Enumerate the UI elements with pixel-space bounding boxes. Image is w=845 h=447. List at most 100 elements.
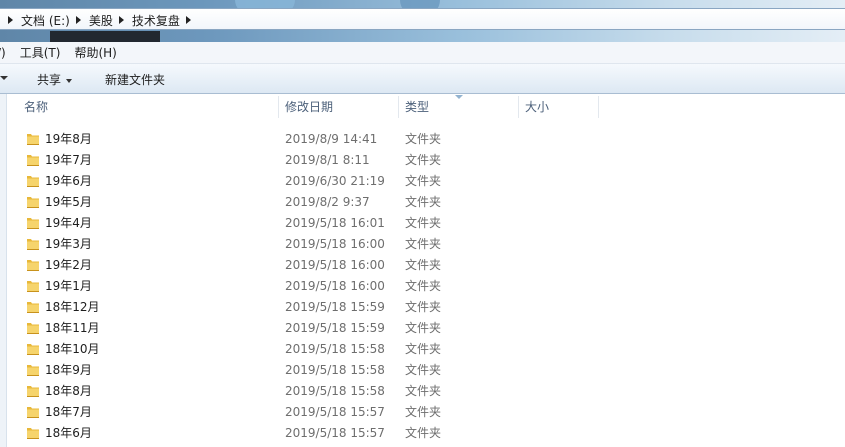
file-modified-date: 2019/5/18 15:59: [285, 300, 385, 314]
column-header-size[interactable]: 大小: [525, 94, 549, 120]
chevron-down-icon[interactable]: [0, 76, 8, 80]
file-type: 文件夹: [405, 258, 442, 272]
new-folder-button[interactable]: 新建文件夹: [105, 71, 165, 88]
file-name: 18年12月: [45, 300, 100, 314]
menu-item-tools[interactable]: 工具(T): [13, 43, 68, 63]
file-name: 18年11月: [45, 321, 100, 335]
file-name: 18年6月: [45, 426, 92, 440]
chevron-right-icon[interactable]: [185, 16, 191, 24]
file-type: 文件夹: [405, 132, 442, 146]
file-type: 文件夹: [405, 384, 442, 398]
navigation-pane-edge[interactable]: [0, 94, 7, 447]
chevron-right-icon[interactable]: [75, 16, 81, 24]
file-row[interactable]: 19年7月 2019/8/1 8:11 文件夹: [22, 150, 845, 171]
file-row[interactable]: 19年1月 2019/5/18 16:00 文件夹: [22, 276, 845, 297]
file-modified-date: 2019/5/18 15:58: [285, 384, 385, 398]
address-bar[interactable]: 文档 (E:) 美股 技术复盘: [0, 8, 845, 30]
file-row[interactable]: 18年6月 2019/5/18 15:57 文件夹: [22, 423, 845, 444]
folder-icon: [26, 216, 40, 230]
folder-icon: [26, 384, 40, 398]
file-modified-date: 2019/5/18 15:57: [285, 405, 385, 419]
file-modified-date: 2019/8/9 14:41: [285, 132, 378, 146]
folder-icon: [26, 195, 40, 209]
file-name: 18年9月: [45, 363, 92, 377]
file-row[interactable]: 18年8月 2019/5/18 15:58 文件夹: [22, 381, 845, 402]
column-divider[interactable]: [278, 96, 279, 118]
column-header-date[interactable]: 修改日期: [285, 94, 333, 120]
file-type: 文件夹: [405, 321, 442, 335]
file-type: 文件夹: [405, 426, 442, 440]
file-row[interactable]: 18年10月 2019/5/18 15:58 文件夹: [22, 339, 845, 360]
column-divider[interactable]: [398, 96, 399, 118]
folder-icon: [26, 321, 40, 335]
file-type: 文件夹: [405, 216, 442, 230]
file-type: 文件夹: [405, 279, 442, 293]
sort-indicator-icon: [455, 95, 463, 99]
file-modified-date: 2019/6/30 21:19: [285, 174, 385, 188]
file-type: 文件夹: [405, 342, 442, 356]
file-modified-date: 2019/5/18 15:57: [285, 426, 385, 440]
file-name: 19年6月: [45, 174, 92, 188]
column-divider[interactable]: [518, 96, 519, 118]
column-divider[interactable]: [598, 96, 599, 118]
file-modified-date: 2019/8/2 9:37: [285, 195, 370, 209]
file-name: 19年2月: [45, 258, 92, 272]
breadcrumb-item-current[interactable]: 技术复盘: [130, 12, 184, 29]
column-header-name[interactable]: 名称: [24, 94, 48, 120]
file-modified-date: 2019/5/18 16:00: [285, 237, 385, 251]
file-name: 19年8月: [45, 132, 92, 146]
file-modified-date: 2019/5/18 16:00: [285, 258, 385, 272]
file-modified-date: 2019/5/18 16:00: [285, 279, 385, 293]
window-edge: [50, 31, 160, 42]
menu-bar: /) 工具(T) 帮助(H): [0, 42, 845, 64]
file-row[interactable]: 18年12月 2019/5/18 15:59 文件夹: [22, 297, 845, 318]
file-type: 文件夹: [405, 300, 442, 314]
file-type: 文件夹: [405, 237, 442, 251]
chevron-down-icon: [66, 78, 73, 83]
folder-icon: [26, 363, 40, 377]
file-row[interactable]: 19年6月 2019/6/30 21:19 文件夹: [22, 171, 845, 192]
file-row[interactable]: 18年9月 2019/5/18 15:58 文件夹: [22, 360, 845, 381]
file-row[interactable]: 19年2月 2019/5/18 16:00 文件夹: [22, 255, 845, 276]
share-label: 共享: [37, 73, 62, 87]
file-type: 文件夹: [405, 363, 442, 377]
breadcrumb-item-folder[interactable]: 美股: [87, 12, 117, 29]
file-name: 18年8月: [45, 384, 92, 398]
file-row[interactable]: 19年3月 2019/5/18 16:00 文件夹: [22, 234, 845, 255]
menu-item-partial[interactable]: /): [0, 43, 13, 63]
folder-icon: [26, 237, 40, 251]
folder-icon: [26, 279, 40, 293]
column-header-type[interactable]: 类型: [405, 94, 429, 120]
file-name: 18年7月: [45, 405, 92, 419]
folder-icon: [26, 153, 40, 167]
folder-icon: [26, 426, 40, 440]
file-name: 18年10月: [45, 342, 100, 356]
menu-item-help[interactable]: 帮助(H): [67, 43, 123, 63]
folder-icon: [26, 300, 40, 314]
file-modified-date: 2019/5/18 15:59: [285, 321, 385, 335]
file-row[interactable]: 19年5月 2019/8/2 9:37 文件夹: [22, 192, 845, 213]
command-toolbar: 共享 新建文件夹: [0, 64, 845, 94]
file-name: 19年1月: [45, 279, 92, 293]
file-name: 19年7月: [45, 153, 92, 167]
folder-icon: [26, 132, 40, 146]
chevron-right-icon[interactable]: [8, 16, 13, 24]
file-row[interactable]: 19年8月 2019/8/9 14:41 文件夹: [22, 129, 845, 150]
file-name: 19年5月: [45, 195, 92, 209]
chevron-right-icon[interactable]: [118, 16, 124, 24]
folder-icon: [26, 258, 40, 272]
file-modified-date: 2019/5/18 15:58: [285, 342, 385, 356]
file-name: 19年4月: [45, 216, 92, 230]
file-type: 文件夹: [405, 405, 442, 419]
file-row[interactable]: 18年7月 2019/5/18 15:57 文件夹: [22, 402, 845, 423]
file-type: 文件夹: [405, 153, 442, 167]
file-type: 文件夹: [405, 195, 442, 209]
file-modified-date: 2019/5/18 16:01: [285, 216, 385, 230]
file-type: 文件夹: [405, 174, 442, 188]
folder-icon: [26, 342, 40, 356]
share-button[interactable]: 共享: [37, 71, 73, 88]
folder-icon: [26, 174, 40, 188]
breadcrumb-item-drive[interactable]: 文档 (E:): [19, 12, 74, 29]
file-row[interactable]: 19年4月 2019/5/18 16:01 文件夹: [22, 213, 845, 234]
file-row[interactable]: 18年11月 2019/5/18 15:59 文件夹: [22, 318, 845, 339]
